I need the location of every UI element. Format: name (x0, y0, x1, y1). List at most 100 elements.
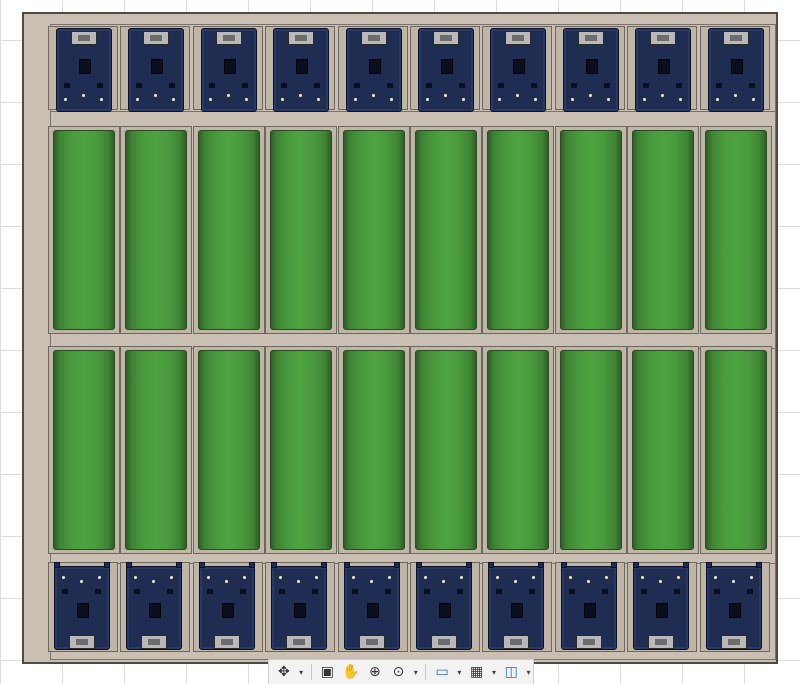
zoom-tool[interactable]: ⊕ (364, 662, 386, 682)
battery-cell[interactable] (125, 130, 188, 330)
solder-pad (279, 589, 286, 594)
mounting-hole (241, 575, 247, 580)
usb-c-connector (505, 31, 532, 45)
mounting-hole (712, 575, 718, 580)
board-tab (610, 562, 617, 568)
orbit-tool[interactable]: ✥ (273, 662, 295, 682)
top-pcb-board[interactable] (707, 28, 764, 112)
mounting-hole (443, 93, 448, 98)
battery-cell[interactable] (342, 350, 405, 550)
top-pcb-board[interactable] (56, 28, 112, 112)
mounting-hole (660, 93, 666, 98)
board-tab (54, 562, 60, 568)
battery-cell[interactable] (270, 130, 333, 330)
battery-cell[interactable] (53, 350, 115, 550)
battery-cell[interactable] (125, 350, 188, 550)
usb-c-connector (648, 635, 675, 649)
battery-tray-model[interactable] (22, 12, 778, 664)
bottom-pcb-board[interactable] (560, 562, 617, 650)
display-settings-tool[interactable]: ▭ (431, 662, 453, 682)
bottom-pcb-board[interactable] (705, 562, 762, 650)
mounting-hole (133, 575, 139, 580)
top-pcb-board[interactable] (635, 28, 692, 112)
battery-cell[interactable] (415, 350, 477, 550)
zoom-window-tool[interactable]: ⊙ (388, 662, 410, 682)
top-pcb-board[interactable] (562, 28, 619, 112)
bottom-pcb-board[interactable] (126, 562, 183, 650)
chevron-down-icon[interactable]: ▾ (490, 668, 499, 677)
solder-pad (95, 589, 101, 594)
mounting-hole (135, 97, 141, 102)
mounting-hole (461, 97, 466, 102)
mounting-hole (567, 575, 573, 580)
bottom-pcb-board[interactable] (633, 562, 690, 650)
top-pcb-board[interactable] (345, 28, 402, 112)
grid-settings-tool[interactable]: ▦ (466, 662, 488, 682)
battery-cell[interactable] (704, 130, 767, 330)
battery-cell[interactable] (559, 130, 622, 330)
charge-ic-chip (296, 59, 309, 74)
solder-pad (496, 589, 503, 594)
battery-cell[interactable] (415, 130, 477, 330)
mounting-hole (243, 97, 249, 102)
bottom-pcb-board[interactable] (198, 562, 255, 650)
charge-ic-chip (151, 59, 164, 74)
solder-pad (498, 83, 505, 88)
solder-pad (748, 83, 755, 88)
mounting-hole (316, 97, 322, 102)
viewports-icon: ◫ (504, 664, 518, 680)
bottom-pcb-board[interactable] (416, 562, 472, 650)
battery-cell[interactable] (559, 350, 622, 550)
battery-cell[interactable] (197, 130, 260, 330)
bottom-pcb-board[interactable] (271, 562, 328, 650)
solder-pad (457, 589, 463, 594)
battery-cell[interactable] (632, 130, 695, 330)
mounting-hole (386, 575, 392, 580)
top-pcb-board[interactable] (128, 28, 185, 112)
mounting-hole (678, 97, 684, 102)
mounting-hole (207, 97, 213, 102)
top-pcb-board[interactable] (200, 28, 257, 112)
top-pcb-board[interactable] (490, 28, 547, 112)
mounting-hole (171, 97, 177, 102)
mounting-hole (388, 97, 394, 102)
battery-cell[interactable] (487, 130, 550, 330)
chevron-down-icon[interactable]: ▾ (455, 668, 464, 677)
battery-cell[interactable] (53, 130, 115, 330)
mounting-hole (531, 575, 537, 580)
bottom-pcb-board[interactable] (343, 562, 400, 650)
bottom-pcb-board[interactable] (54, 562, 110, 650)
battery-cell[interactable] (270, 350, 333, 550)
chevron-down-icon[interactable]: ▾ (297, 668, 306, 677)
solder-pad (713, 589, 720, 594)
top-pcb-board[interactable] (418, 28, 474, 112)
bottom-pcb-board[interactable] (488, 562, 545, 650)
usb-c-connector (431, 635, 457, 649)
battery-cell[interactable] (342, 130, 405, 330)
charge-ic-chip (583, 603, 596, 618)
look-at-tool[interactable]: ▣ (317, 662, 339, 682)
mounting-hole (750, 97, 756, 102)
chevron-down-icon[interactable]: ▾ (411, 668, 420, 677)
canvas-viewport[interactable]: ✥ ▾ ▣ ✋ ⊕ ⊙ ▾ ▭ ▾ ▦ ▾ ◫ ▾ (0, 0, 800, 684)
charge-ic-chip (441, 59, 453, 74)
mounting-hole (169, 575, 175, 580)
battery-cell[interactable] (487, 350, 550, 550)
board-tab (466, 562, 472, 568)
battery-cell[interactable] (197, 350, 260, 550)
viewports-tool[interactable]: ◫ (500, 662, 522, 682)
usb-c-connector (503, 635, 530, 649)
mounting-hole (368, 579, 374, 584)
board-tab (538, 562, 545, 568)
mounting-hole (658, 579, 664, 584)
top-pcb-board[interactable] (273, 28, 330, 112)
chevron-down-icon[interactable]: ▾ (524, 668, 533, 677)
battery-cell[interactable] (704, 350, 767, 550)
usb-c-connector (575, 635, 602, 649)
mounting-hole (642, 97, 648, 102)
solder-pad (314, 83, 321, 88)
usb-c-connector (141, 635, 168, 649)
charge-ic-chip (368, 59, 381, 74)
battery-cell[interactable] (632, 350, 695, 550)
pan-tool[interactable]: ✋ (340, 662, 362, 682)
